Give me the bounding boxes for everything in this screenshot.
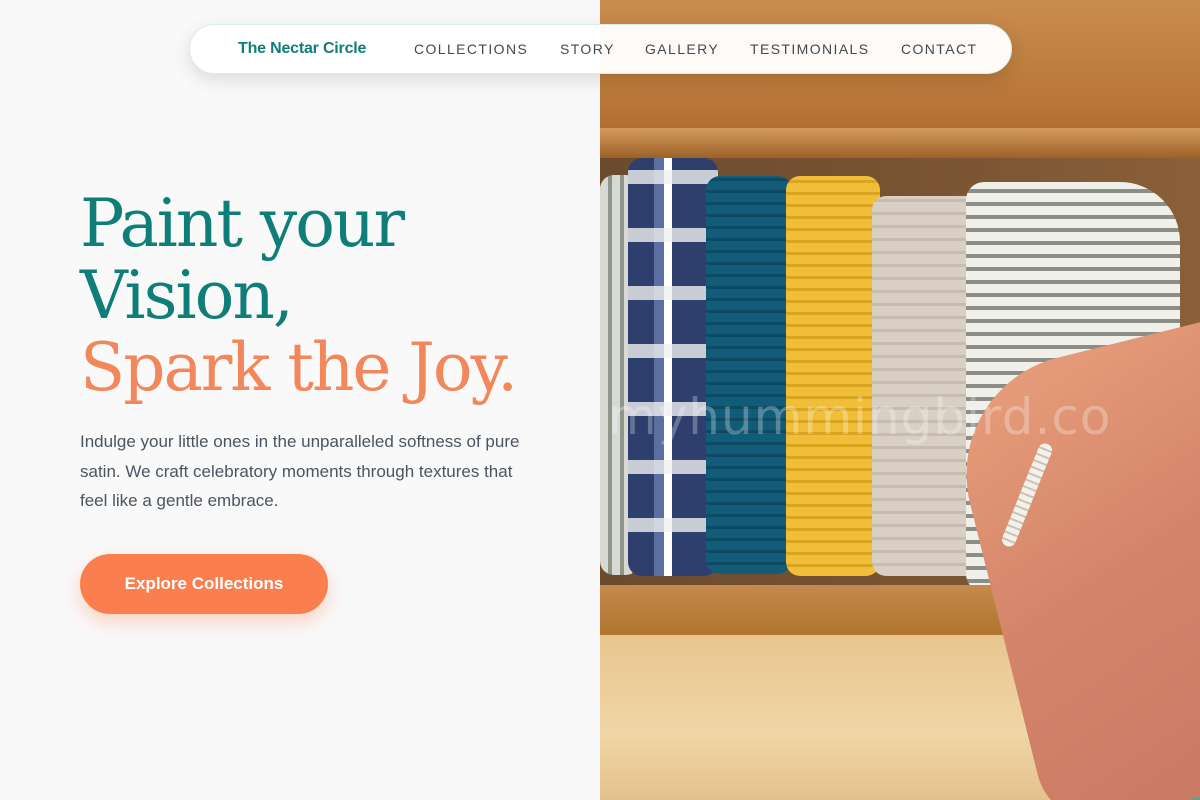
nav-link-contact[interactable]: CONTACT [901, 41, 977, 57]
hero-photo: myhummingbird.co [600, 0, 1200, 800]
hero-subtext: Indulge your little ones in the unparall… [80, 432, 520, 510]
hero-headline: Paint your Vision, Spark the Joy. [80, 185, 518, 406]
photo-shelf-lip [600, 128, 1200, 158]
photo-folded-blanket [706, 176, 792, 574]
photo-folded-blanket [628, 158, 718, 576]
nav-link-collections[interactable]: COLLECTIONS [414, 41, 528, 57]
top-navbar: The Nectar Circle COLLECTIONS STORY GALL… [189, 24, 1012, 74]
headline-line-2: Vision, [80, 257, 294, 334]
explore-collections-button[interactable]: Explore Collections [80, 554, 328, 614]
nav-link-gallery[interactable]: GALLERY [645, 41, 719, 57]
headline-line-1: Paint your [80, 185, 405, 262]
photo-watermark: myhummingbird.co [608, 388, 1112, 446]
nav-link-testimonials[interactable]: TESTIMONIALS [750, 41, 869, 57]
photo-folded-blanket [872, 196, 980, 576]
photo-folded-blanket [786, 176, 880, 576]
brand-logo-text[interactable]: The Nectar Circle [238, 40, 366, 58]
headline-line-3: Spark the Joy. [80, 329, 518, 406]
nav-link-story[interactable]: STORY [560, 41, 615, 57]
